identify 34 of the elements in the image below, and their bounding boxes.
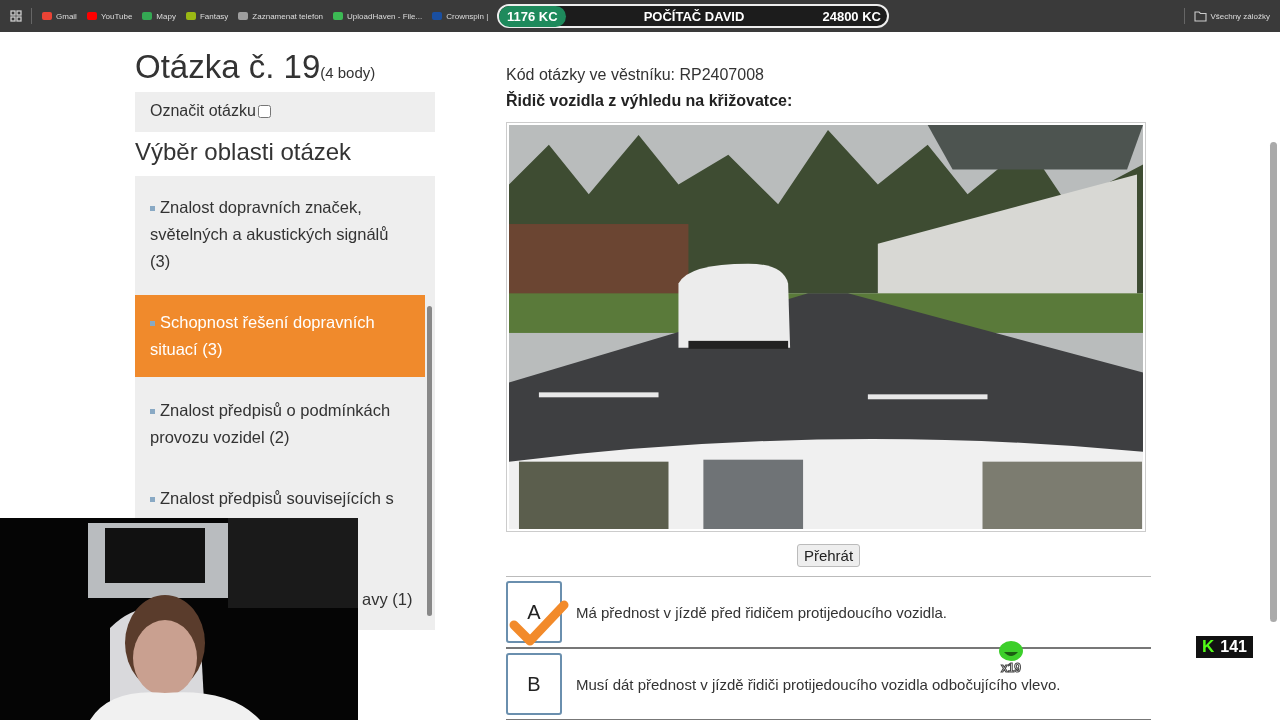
bookmark-link[interactable]: Mapy <box>141 10 176 22</box>
answer-option[interactable]: B <box>506 653 562 715</box>
areas-heading: Výběr oblasti otázek <box>135 138 353 166</box>
viewer-count: 141 <box>1220 638 1247 656</box>
play-button[interactable]: Přehrát <box>796 544 861 567</box>
mark-question-checkbox[interactable]: Označit otázku <box>150 102 271 120</box>
all-bookmarks-link[interactable]: Všechny záložky <box>1194 10 1270 22</box>
question-prompt: Řidič vozidla z výhledu na křižovatce: <box>506 92 794 110</box>
player-name: POČÍTAČ DAVID <box>643 8 745 24</box>
area-item[interactable]: Znalost předpisů o podmínkách provozu vozidel (2) <box>135 383 425 465</box>
answer-text: Má přednost v jízdě před řidičem protijedoucího vozidla. <box>576 603 948 621</box>
question-code: Kód otázky ve věstníku: RP2407008 <box>506 66 765 84</box>
folder-icon <box>1194 10 1208 22</box>
bookmark-link[interactable]: Fantasy <box>184 10 229 22</box>
points-label: (4 body) <box>320 64 376 81</box>
bookmark-link[interactable]: YouTube <box>85 10 133 22</box>
area-item[interactable]: Znalost dopravních značek, světelných a akustických signálů (3) <box>135 180 425 289</box>
bookmark-link[interactable]: Crownspin | <box>431 10 489 22</box>
sticker-count: x19 <box>1001 662 1021 675</box>
right-amount: 24800 KC <box>822 8 881 24</box>
area-item[interactable]: Znalost předpisů souvisejících s <box>135 471 425 512</box>
apps-grid-icon[interactable] <box>10 10 22 22</box>
checkbox[interactable] <box>257 104 271 118</box>
laughing-blob-icon <box>998 640 1024 662</box>
question-title: Otázka č. 19 <box>135 48 321 86</box>
area-item[interactable]: avy (1) <box>362 586 413 613</box>
left-amount: 1176 KC <box>499 5 566 27</box>
kick-logo: K <box>1202 637 1215 657</box>
checkmark-icon <box>508 599 570 647</box>
answer-text: Musí dát přednost v jízdě řidiči protijedoucího vozidla odbočujícího vlevo. <box>576 675 1061 693</box>
bookmark-link[interactable]: Zaznamenat telefon <box>237 10 324 22</box>
answer-option[interactable]: A <box>506 581 562 643</box>
bookmark-link[interactable]: UploadHaven - File... <box>332 10 423 22</box>
bookmark-link[interactable]: Gmail <box>41 10 77 22</box>
